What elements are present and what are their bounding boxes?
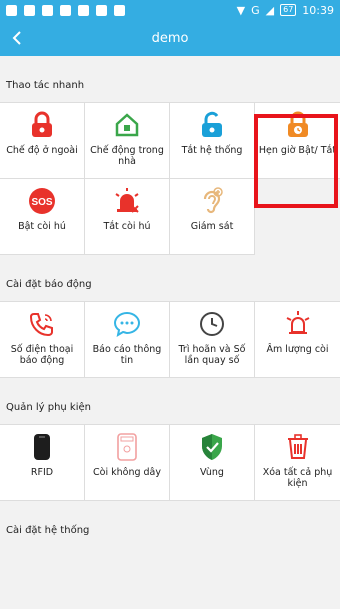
wireless-siren-icon — [113, 433, 141, 461]
tile-label: Tắt hệ thống — [181, 145, 243, 156]
image-icon — [42, 4, 53, 16]
action-tile[interactable]: Vùng — [170, 425, 255, 501]
app-icon — [78, 4, 89, 16]
tile-label: Còi không dây — [93, 467, 161, 478]
section-grid: Chế độ ở ngoài Chế động trong nhà Tắt hệ t… — [0, 102, 340, 255]
action-tile[interactable]: Âm lượng còi — [255, 302, 340, 378]
siren-volume-icon — [284, 310, 312, 338]
rfid-icon — [28, 433, 56, 461]
action-tile[interactable]: Xóa tất cả phụ kiện — [255, 425, 340, 501]
chevron-left-icon — [12, 31, 21, 45]
app-icon — [96, 4, 107, 16]
facebook-icon — [6, 4, 17, 16]
action-tile[interactable]: Chế động trong nhà — [85, 103, 170, 179]
action-tile[interactable]: Số điện thoại báo động — [0, 302, 85, 378]
tile-label: Âm lượng còi — [266, 344, 329, 355]
upload-icon — [60, 4, 71, 16]
message-icon — [113, 310, 141, 338]
tile-label: Vùng — [200, 467, 224, 478]
trash-icon — [284, 433, 312, 461]
section-header: Cài đặt hệ thống — [6, 525, 90, 536]
action-tile[interactable]: Tắt hệ thống — [170, 103, 255, 179]
tile-label: Trì hoãn và Số lần quay số — [178, 344, 246, 366]
action-tile[interactable]: Hẹn giờ Bật/ Tắt — [255, 103, 340, 179]
page-title: demo — [151, 30, 189, 46]
tile-label: Xóa tất cả phụ kiện — [262, 467, 333, 489]
lock-away-icon — [28, 111, 56, 139]
network-type: G — [251, 3, 260, 17]
clock-time: 10:39 — [302, 3, 334, 17]
svg-text:SOS: SOS — [31, 197, 52, 208]
empty-cell — [255, 179, 340, 255]
notification-icon — [24, 4, 35, 16]
wifi-icon: ▼ — [236, 3, 246, 17]
siren-off-icon — [113, 187, 141, 215]
ear-icon — [198, 187, 226, 215]
tile-label: RFID — [30, 467, 54, 478]
section-grid: RFID Còi không dây Vùng Xóa tất cả phụ kiện — [0, 424, 340, 501]
phone-icon — [28, 310, 56, 338]
unlock-icon — [198, 111, 226, 139]
signal-icon: ◢ — [265, 3, 275, 17]
app-bar: demo — [0, 20, 340, 56]
sos-icon: SOS — [28, 187, 56, 215]
home-icon — [113, 111, 141, 139]
tile-label: Tắt còi hú — [103, 221, 151, 232]
tile-label: Chế động trong nhà — [90, 145, 164, 167]
section-header: Cài đặt báo động — [6, 279, 92, 290]
app-icon — [114, 4, 125, 16]
action-tile[interactable]: Báo cáo thông tin — [85, 302, 170, 378]
tile-label: Bật còi hú — [18, 221, 66, 232]
section-grid: Số điện thoại báo động Báo cáo thông tin T… — [0, 301, 340, 378]
notification-icons — [6, 4, 125, 16]
section-header: Quản lý phụ kiện — [6, 402, 91, 413]
tile-label: Giám sát — [190, 221, 234, 232]
section-header: Thao tác nhanh — [6, 80, 85, 91]
action-tile[interactable]: Còi không dây — [85, 425, 170, 501]
back-button[interactable] — [0, 20, 36, 56]
tile-label: Hẹn giờ Bật/ Tắt — [258, 145, 337, 156]
clock-icon — [198, 310, 226, 338]
action-tile[interactable]: RFID — [0, 425, 85, 501]
action-tile[interactable]: SOS Bật còi hú — [0, 179, 85, 255]
action-tile[interactable]: Chế độ ở ngoài — [0, 103, 85, 179]
action-tile[interactable]: Tắt còi hú — [85, 179, 170, 255]
tile-label: Số điện thoại báo động — [10, 344, 74, 366]
battery-icon: 67 — [280, 4, 297, 16]
tile-label: Báo cáo thông tin — [92, 344, 162, 366]
tile-label: Chế độ ở ngoài — [6, 145, 78, 156]
timer-lock-icon — [284, 111, 312, 139]
status-bar: ▼ G ◢ 67 10:39 — [0, 0, 340, 20]
action-tile[interactable]: Trì hoãn và Số lần quay số — [170, 302, 255, 378]
action-tile[interactable]: Giám sát — [170, 179, 255, 255]
content: Thao tác nhanh Chế độ ở ngoài Chế động tro… — [0, 56, 340, 609]
shield-icon — [198, 433, 226, 461]
